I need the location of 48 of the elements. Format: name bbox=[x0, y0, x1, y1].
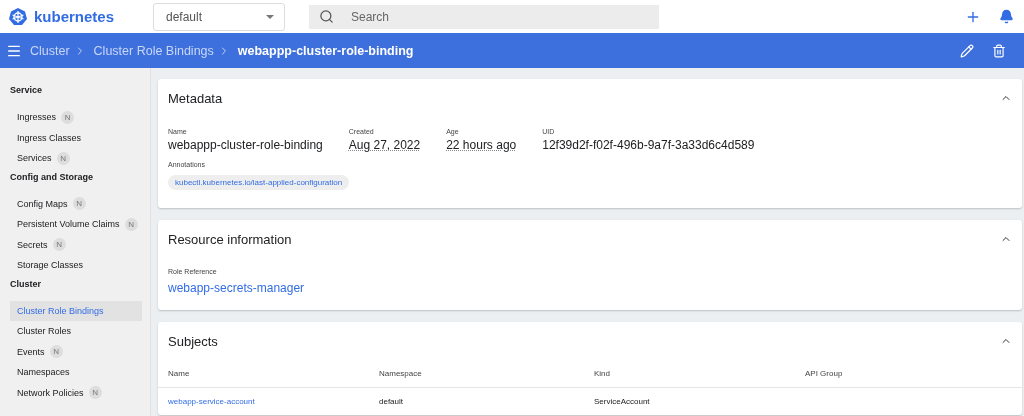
card-title: Subjects bbox=[168, 333, 218, 349]
namespaced-badge: N bbox=[56, 151, 70, 165]
sidebar-item[interactable]: Ingresses N bbox=[10, 107, 142, 128]
caret-icon bbox=[266, 14, 274, 19]
column-header: API Group bbox=[795, 360, 1022, 388]
field-value: Aug 27, 2022 bbox=[348, 138, 421, 152]
namespaced-badge: N bbox=[52, 238, 66, 252]
sidebar-item[interactable]: Secrets N bbox=[10, 234, 142, 255]
sidebar-item[interactable]: Events N bbox=[10, 341, 142, 362]
column-header: Kind bbox=[584, 360, 795, 388]
namespaced-badge: N bbox=[124, 217, 138, 231]
column-header: Namespace bbox=[369, 360, 584, 388]
sidebar-group-title: Cluster bbox=[9, 277, 42, 291]
namespaced-badge: N bbox=[61, 110, 75, 124]
card-title: Resource information bbox=[168, 231, 292, 247]
sidebar-item[interactable]: Config Maps N bbox=[10, 193, 142, 214]
sidebar-item[interactable]: Services N bbox=[10, 148, 142, 169]
logo-text: kubernetes bbox=[34, 8, 115, 25]
sidebar-item[interactable]: Cluster Role Bindings bbox=[10, 300, 142, 321]
breadcrumb-link[interactable]: webappp-cluster-role-binding bbox=[237, 43, 414, 58]
annotation-chip[interactable]: kubectl.kubernetes.io/last-applied-configuration bbox=[168, 175, 350, 190]
delete-button[interactable] bbox=[992, 43, 1006, 58]
namespaced-badge: N bbox=[72, 197, 86, 211]
search-field[interactable]: Search bbox=[309, 4, 659, 29]
edit-button[interactable] bbox=[960, 43, 974, 58]
namespaced-badge: N bbox=[88, 386, 102, 400]
sidebar-group-title: Service bbox=[9, 84, 44, 97]
table-cell-text: default bbox=[378, 396, 405, 408]
notifications-button[interactable] bbox=[999, 9, 1014, 24]
field-value: 22 hours ago bbox=[446, 138, 517, 152]
subject-link[interactable]: webapp-service-account bbox=[158, 388, 369, 415]
sidebar-item[interactable]: Ingress Classes bbox=[10, 127, 142, 148]
sidebar-item[interactable]: Network Policies N bbox=[10, 382, 142, 403]
namespace-select[interactable]: default bbox=[153, 2, 285, 31]
sidebar-item[interactable]: Persistent Volume Claims N bbox=[10, 214, 142, 235]
table-cell-text: ServiceAccount bbox=[593, 396, 651, 408]
column-header: Name bbox=[158, 360, 369, 388]
field-value: webappp-cluster-role-binding bbox=[168, 138, 323, 152]
role-reference-link[interactable]: webapp-secrets-manager bbox=[168, 281, 305, 295]
sidebar-group-title: Config and Storage bbox=[9, 170, 94, 184]
sidebar-item[interactable]: Storage Classes bbox=[10, 255, 142, 276]
search-icon bbox=[319, 8, 334, 24]
card-title: Metadata bbox=[168, 90, 223, 106]
namespaced-badge: N bbox=[49, 345, 63, 359]
sidebar-item[interactable]: Namespaces bbox=[10, 362, 142, 383]
wheel-logo-icon bbox=[8, 6, 28, 27]
sidebar-item[interactable]: Cluster Roles bbox=[10, 321, 142, 342]
field-value: 12f39d2f-f02f-496b-9a7f-3a33d6c4d589 bbox=[542, 138, 755, 152]
